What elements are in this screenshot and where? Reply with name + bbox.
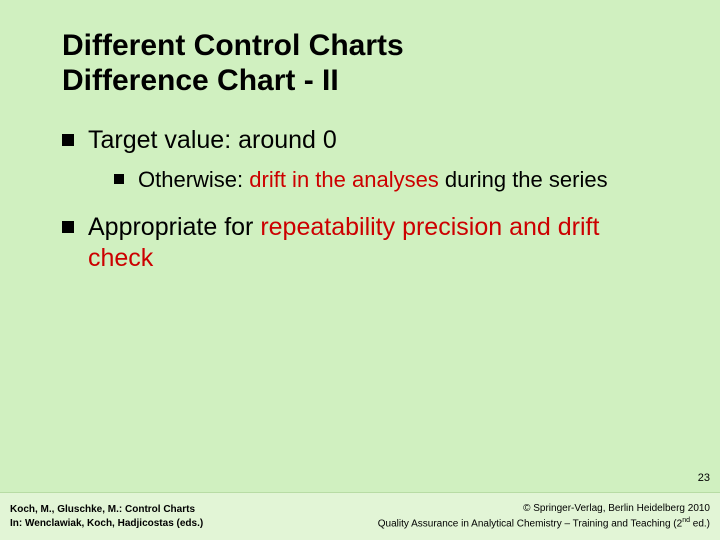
page-number: 23	[698, 472, 710, 484]
slide-content: Target value: around 0 Otherwise: drift …	[62, 125, 670, 274]
bullet-1-sub-suffix: during the series	[439, 167, 608, 192]
bullet-1-text: Target value: around 0	[88, 126, 337, 154]
footer-left-line1: Koch, M., Gluschke, M.: Control Charts	[10, 504, 195, 515]
slide: Different Control Charts Difference Char…	[0, 0, 720, 540]
bullet-1-sub-prefix: Otherwise:	[138, 167, 249, 192]
bullet-1-sub-red: drift in the analyses	[249, 167, 439, 192]
footer: Koch, M., Gluschke, M.: Control Charts I…	[0, 492, 720, 540]
footer-left-line2: In: Wenclawiak, Koch, Hadjicostas (eds.)	[10, 518, 203, 529]
slide-title: Different Control Charts Difference Char…	[62, 28, 670, 99]
footer-right-line2b: ed.)	[690, 518, 710, 529]
footer-right-line2a: Quality Assurance in Analytical Chemistr…	[378, 518, 682, 529]
bullet-1-sub: Otherwise: drift in the analyses during …	[114, 166, 670, 194]
footer-right: © Springer-Verlag, Berlin Heidelberg 201…	[378, 502, 710, 531]
bullet-2: Appropriate for repeatability precision …	[62, 212, 670, 275]
footer-right-sup: nd	[682, 517, 690, 524]
footer-left: Koch, M., Gluschke, M.: Control Charts I…	[10, 503, 203, 531]
footer-right-line1: © Springer-Verlag, Berlin Heidelberg 201…	[523, 503, 710, 514]
bullet-2-prefix: Appropriate for	[88, 213, 260, 241]
bullet-1: Target value: around 0 Otherwise: drift …	[62, 125, 670, 194]
title-line-1: Different Control Charts	[62, 29, 404, 62]
title-line-2: Difference Chart - II	[62, 64, 339, 97]
